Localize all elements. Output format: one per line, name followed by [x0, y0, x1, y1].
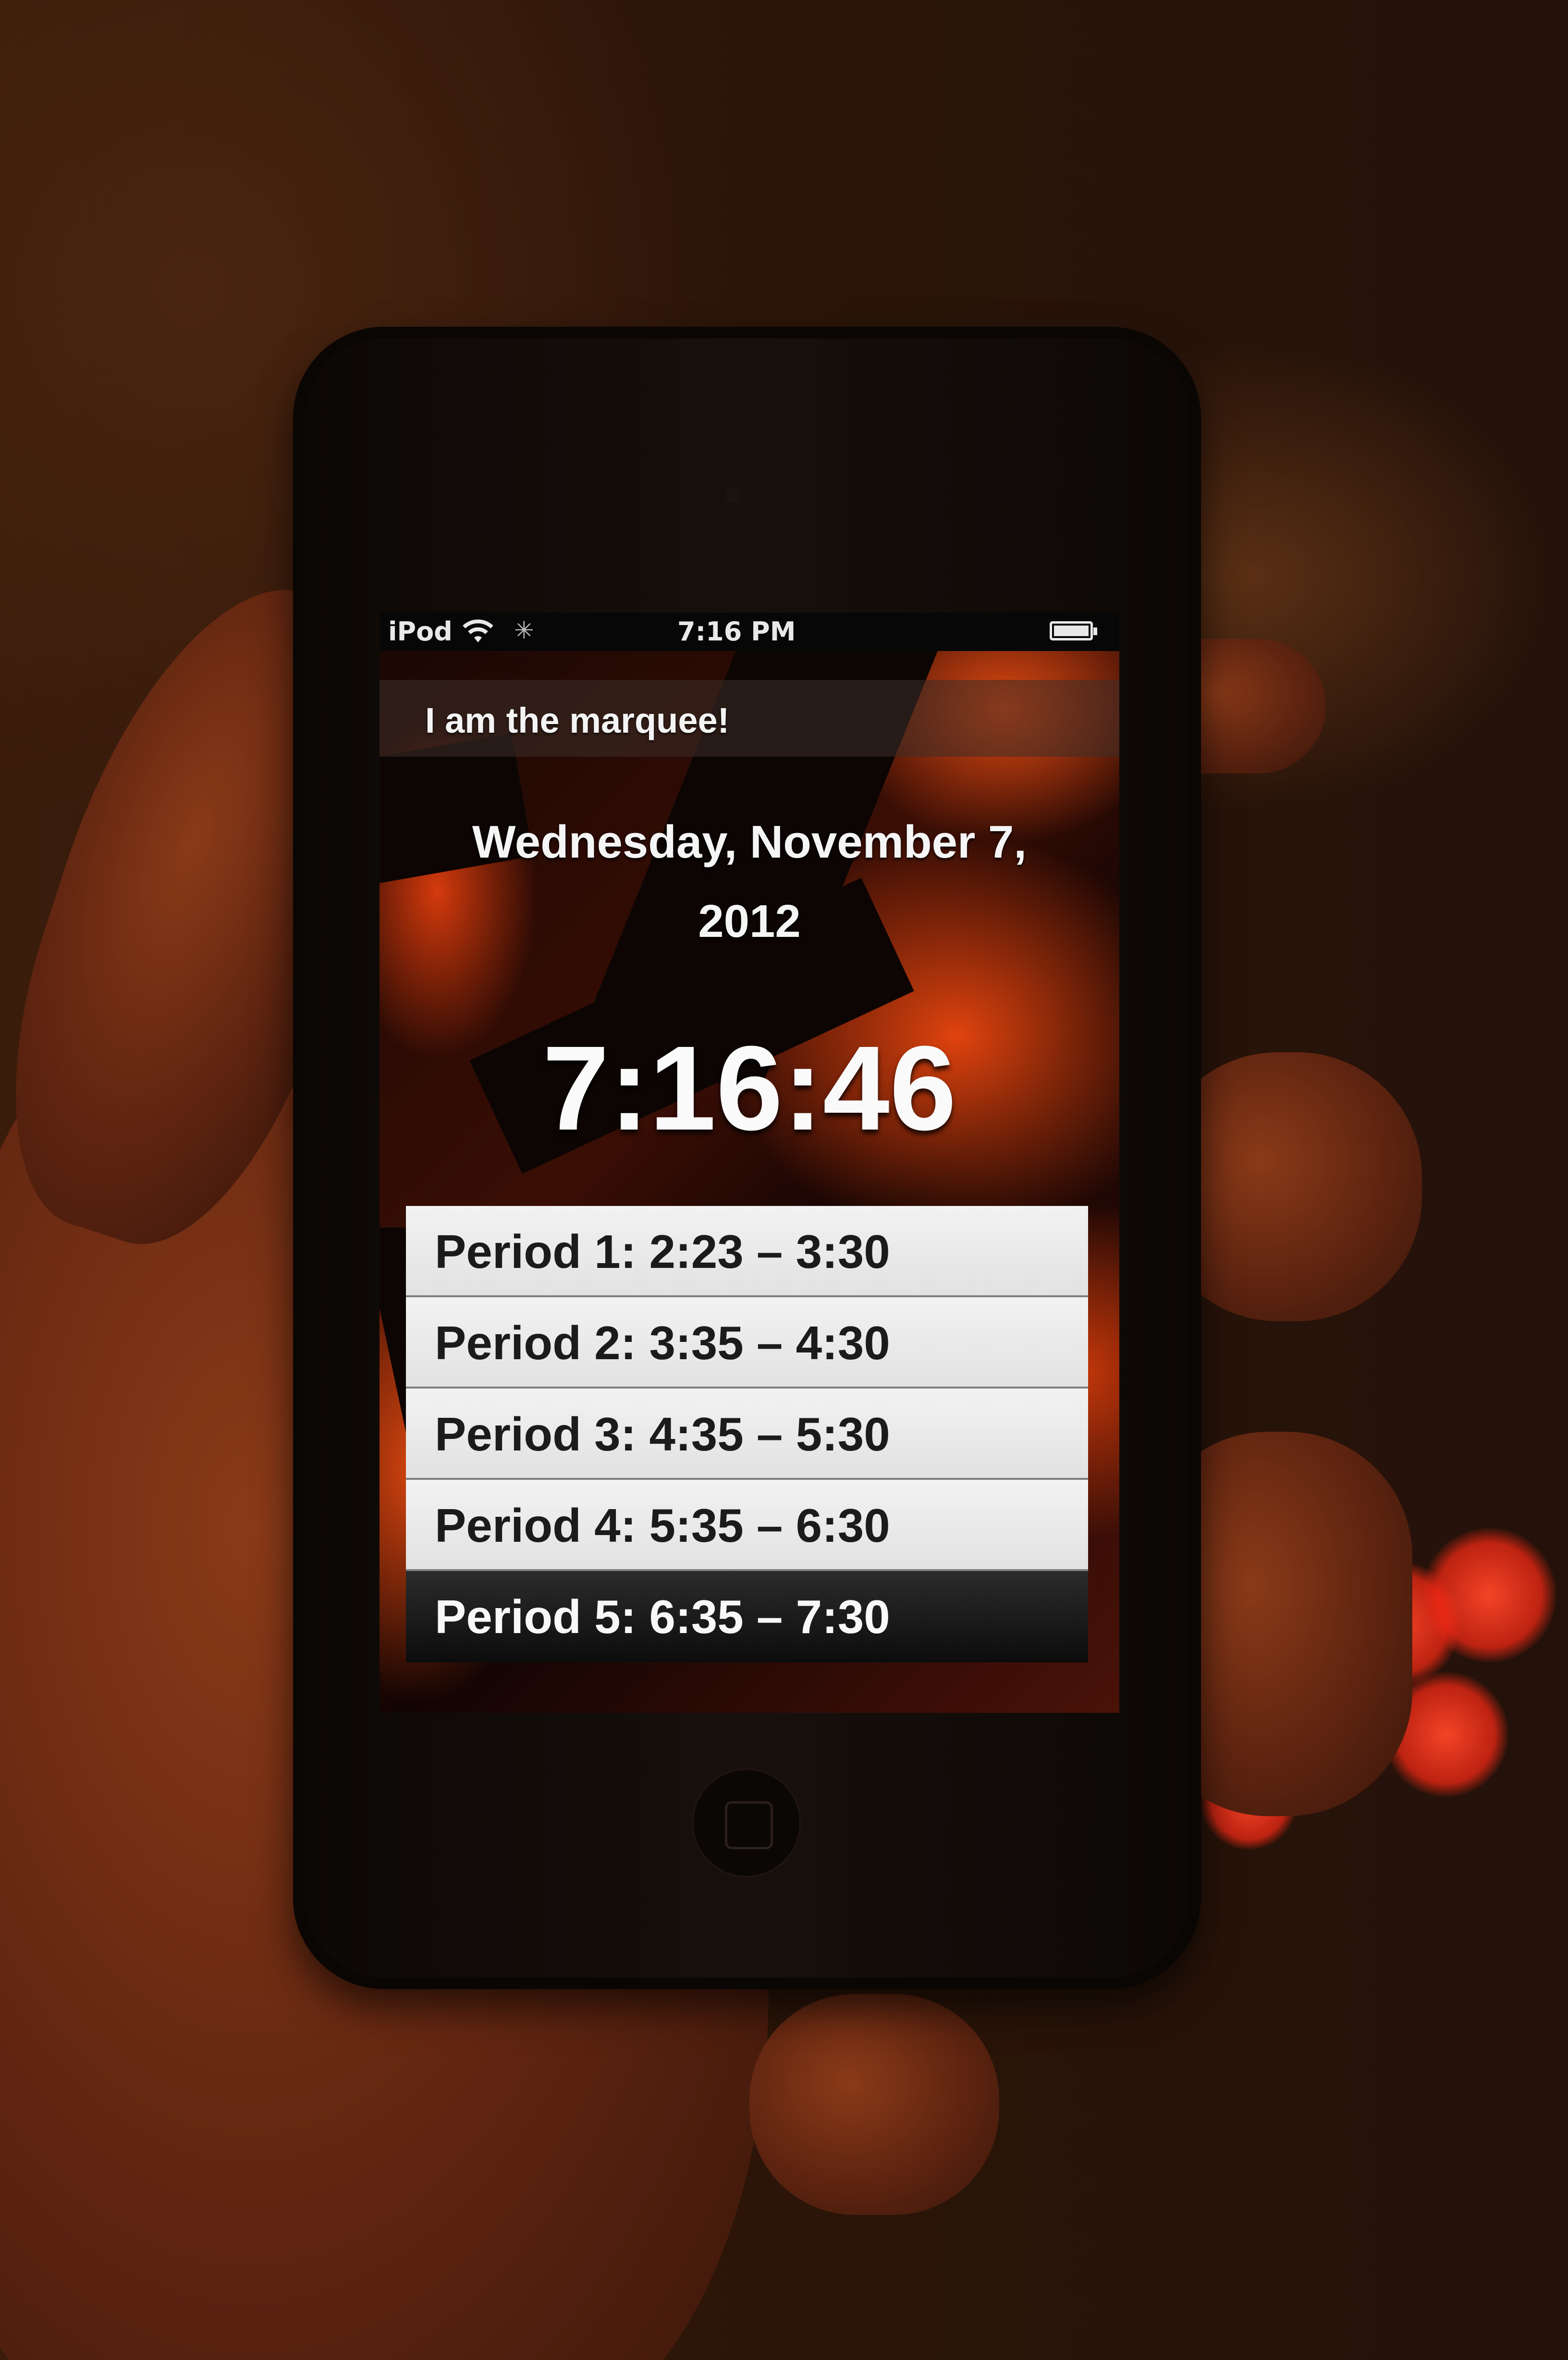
carrier-label: iPod [388, 616, 453, 647]
period-row-3[interactable]: Period 3: 4:35 – 5:30 [406, 1389, 1088, 1480]
date-line-2: 2012 [698, 896, 801, 947]
period-row-4[interactable]: Period 4: 5:35 – 6:30 [406, 1480, 1088, 1571]
device-screen: iPod ✳ 7:16 PM I am the marquee! Wednesd… [380, 613, 1119, 1713]
period-row-5-active[interactable]: Period 5: 6:35 – 7:30 [406, 1571, 1088, 1662]
wifi-icon [461, 617, 495, 650]
bokeh-light [1422, 1528, 1556, 1662]
marquee-banner: I am the marquee! [380, 680, 1119, 757]
hand-finger [749, 1994, 999, 2215]
home-button-icon[interactable] [692, 1768, 801, 1878]
date-line-1: Wednesday, November 7, [472, 816, 1027, 868]
battery-icon [1050, 621, 1097, 640]
status-time: 7:16 PM [677, 616, 796, 647]
front-camera [725, 488, 740, 502]
period-list: Period 1: 2:23 – 3:30 Period 2: 3:35 – 4… [406, 1206, 1088, 1662]
activity-spinner-icon: ✳ [514, 616, 534, 644]
period-row-2[interactable]: Period 2: 3:35 – 4:30 [406, 1297, 1088, 1389]
clock-display: 7:16:46 [542, 1021, 956, 1155]
status-bar: iPod ✳ 7:16 PM [380, 613, 1119, 651]
date-display: Wednesday, November 7, 2012 [380, 802, 1119, 961]
marquee-text: I am the marquee! [425, 701, 730, 740]
period-row-1[interactable]: Period 1: 2:23 – 3:30 [406, 1206, 1088, 1297]
photo-scene: iPod ✳ 7:16 PM I am the marquee! Wednesd… [0, 0, 1568, 2360]
